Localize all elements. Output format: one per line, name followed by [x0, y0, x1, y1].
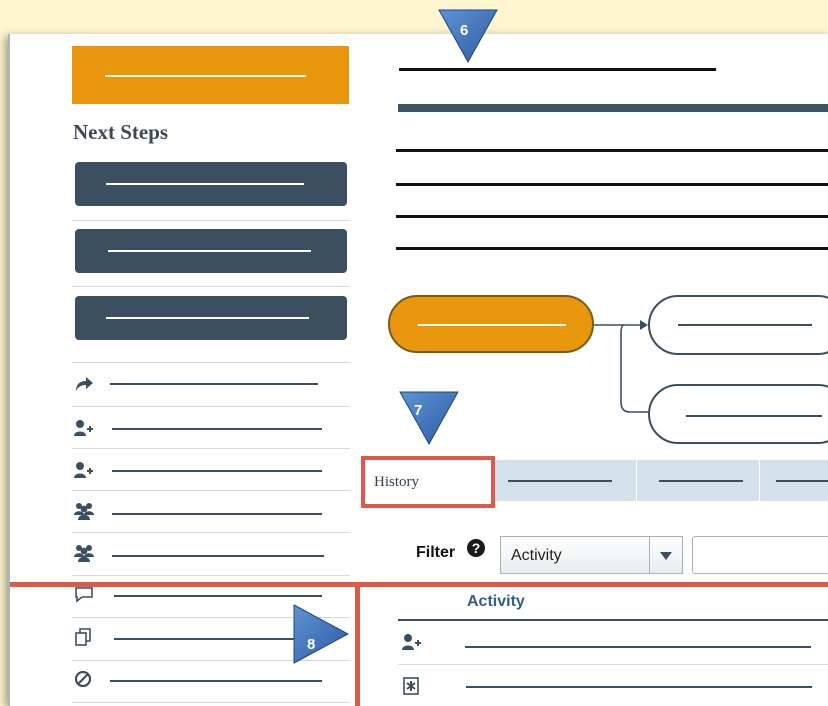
sidebar-action-group-2[interactable] — [72, 534, 350, 574]
callout-marker-8 — [293, 604, 350, 664]
workflow-next-step-1 — [648, 295, 828, 355]
record-title-placeholder — [399, 68, 716, 71]
add-user-icon — [74, 462, 93, 478]
table-header-rule — [398, 619, 828, 621]
filter-label: Filter — [416, 544, 456, 561]
sidebar-action-add-user-1[interactable] — [72, 408, 350, 448]
sidebar-action-cancel[interactable] — [72, 662, 350, 698]
table-row[interactable] — [398, 666, 828, 706]
sidebar-action-group-1[interactable] — [72, 492, 350, 532]
next-step-button-1[interactable] — [75, 162, 347, 206]
asterisk-box-icon — [403, 677, 419, 695]
next-step-button-2[interactable] — [75, 229, 347, 273]
chevron-down-icon — [660, 552, 672, 560]
help-icon[interactable]: ? — [467, 539, 485, 557]
divider — [72, 286, 350, 287]
share-arrow-icon — [76, 377, 93, 391]
users-group-icon — [74, 545, 94, 562]
filter-select-value: Activity — [511, 547, 562, 564]
filter-select[interactable]: Activity — [500, 536, 683, 574]
add-user-icon — [74, 420, 93, 436]
users-group-icon — [74, 503, 94, 520]
primary-action-button[interactable] — [72, 46, 349, 104]
divider — [72, 490, 350, 491]
divider — [72, 575, 350, 576]
next-steps-heading: Next Steps — [73, 120, 169, 144]
workflow-connectors — [594, 320, 648, 413]
sidebar-action-add-user-2[interactable] — [72, 450, 350, 490]
detail-line-2 — [396, 183, 828, 186]
divider — [72, 702, 350, 703]
detail-line-3 — [396, 215, 828, 218]
divider — [72, 448, 350, 449]
history-tab-highlight — [361, 456, 495, 508]
callout-label-6: 6 — [460, 22, 469, 39]
detail-line-1 — [396, 149, 828, 152]
comment-icon — [75, 587, 93, 603]
divider — [72, 362, 350, 363]
workflow-next-step-2 — [648, 384, 828, 444]
callout-label-8: 8 — [307, 636, 316, 653]
cancel-icon — [74, 670, 92, 688]
region-highlight-divider — [355, 582, 360, 706]
divider — [72, 406, 350, 407]
region-highlight-top — [10, 582, 828, 587]
header-rule — [398, 104, 828, 112]
tab-3[interactable] — [637, 460, 759, 501]
add-user-icon — [402, 634, 421, 650]
copy-icon — [75, 628, 91, 646]
detail-line-4 — [396, 247, 828, 250]
next-step-button-3[interactable] — [75, 296, 347, 340]
table-row[interactable] — [398, 622, 828, 664]
divider — [72, 532, 350, 533]
callout-label-7: 7 — [414, 402, 423, 419]
row-divider — [398, 664, 828, 665]
callout-marker-7 — [399, 391, 459, 446]
divider — [72, 220, 350, 221]
tab-4[interactable] — [760, 460, 828, 501]
workflow-current-step — [388, 295, 594, 353]
activity-column-header[interactable]: Activity — [467, 593, 525, 611]
screenshot-frame: Next Steps History Filter ? Activity Act… — [0, 0, 828, 706]
filter-search-input[interactable] — [692, 536, 828, 574]
sidebar-action-share[interactable] — [72, 366, 350, 406]
tab-2[interactable] — [494, 460, 636, 501]
